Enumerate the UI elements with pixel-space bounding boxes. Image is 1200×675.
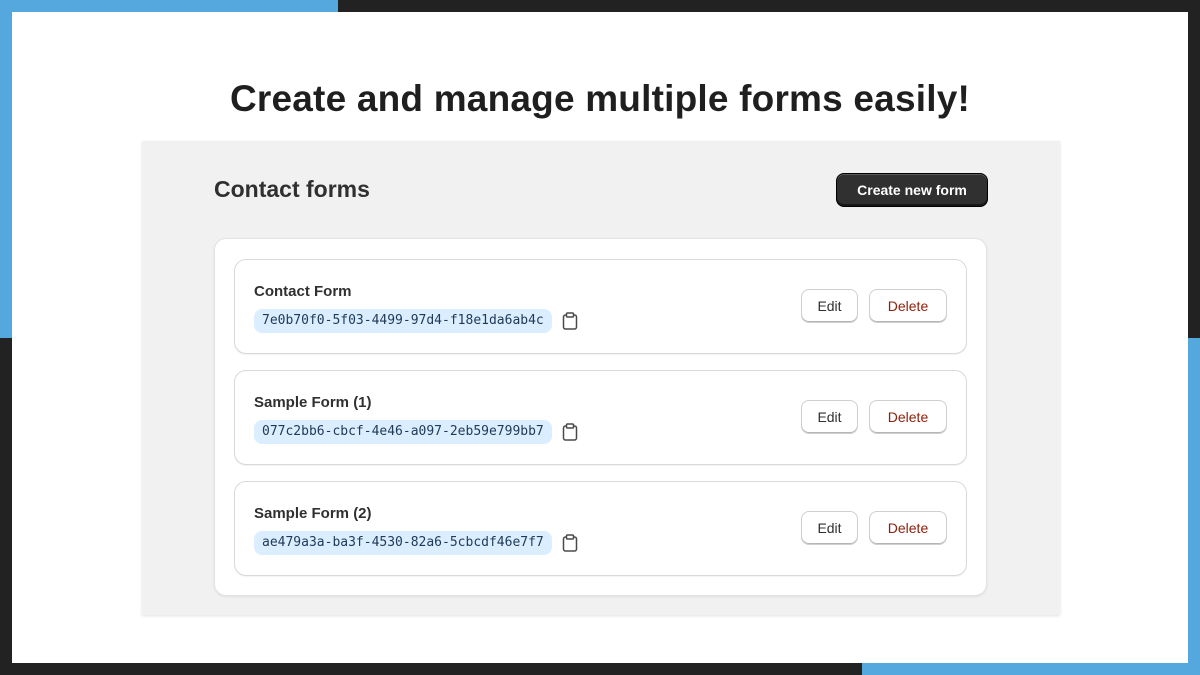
form-id-row: 077c2bb6-cbcf-4e46-a097-2eb59e799bb7 (254, 420, 579, 444)
form-name: Sample Form (1) (254, 394, 372, 411)
form-actions: Edit Delete (801, 511, 947, 545)
forms-list-card: Contact Form 7e0b70f0-5f03-4499-97d4-f18… (214, 238, 987, 596)
clipboard-icon[interactable] (561, 312, 579, 330)
form-id-row: ae479a3a-ba3f-4530-82a6-5cbcdf46e7f7 (254, 531, 579, 555)
slide-canvas: Create and manage multiple forms easily!… (12, 12, 1188, 663)
clipboard-icon[interactable] (561, 423, 579, 441)
form-id-badge: ae479a3a-ba3f-4530-82a6-5cbcdf46e7f7 (254, 531, 552, 555)
edit-button[interactable]: Edit (801, 400, 858, 434)
page-title: Contact forms (214, 176, 370, 202)
clipboard-icon[interactable] (561, 534, 579, 552)
form-list-item: Contact Form 7e0b70f0-5f03-4499-97d4-f18… (234, 259, 967, 354)
delete-button[interactable]: Delete (869, 511, 947, 545)
slide-frame: Create and manage multiple forms easily!… (0, 0, 1200, 675)
form-id-row: 7e0b70f0-5f03-4499-97d4-f18e1da6ab4c (254, 309, 579, 333)
slide-headline: Create and manage multiple forms easily! (229, 78, 970, 119)
form-list-item: Sample Form (2) ae479a3a-ba3f-4530-82a6-… (234, 481, 967, 576)
clipboard-icon-graphic (562, 534, 578, 552)
form-id-badge: 7e0b70f0-5f03-4499-97d4-f18e1da6ab4c (254, 309, 552, 333)
edit-button[interactable]: Edit (801, 511, 858, 545)
form-name: Sample Form (2) (254, 505, 372, 522)
edit-button[interactable]: Edit (801, 289, 858, 323)
clipboard-icon-graphic (562, 423, 578, 441)
form-name: Contact Form (254, 283, 352, 300)
form-id-badge: 077c2bb6-cbcf-4e46-a097-2eb59e799bb7 (254, 420, 552, 444)
clipboard-icon-graphic (562, 312, 578, 330)
delete-button[interactable]: Delete (869, 289, 947, 323)
app-screenshot-panel: Contact forms Create new form Contact Fo… (142, 141, 1060, 615)
form-actions: Edit Delete (801, 289, 947, 323)
form-list-item: Sample Form (1) 077c2bb6-cbcf-4e46-a097-… (234, 370, 967, 465)
create-new-form-button[interactable]: Create new form (836, 173, 988, 207)
form-actions: Edit Delete (801, 400, 947, 434)
delete-button[interactable]: Delete (869, 400, 947, 434)
